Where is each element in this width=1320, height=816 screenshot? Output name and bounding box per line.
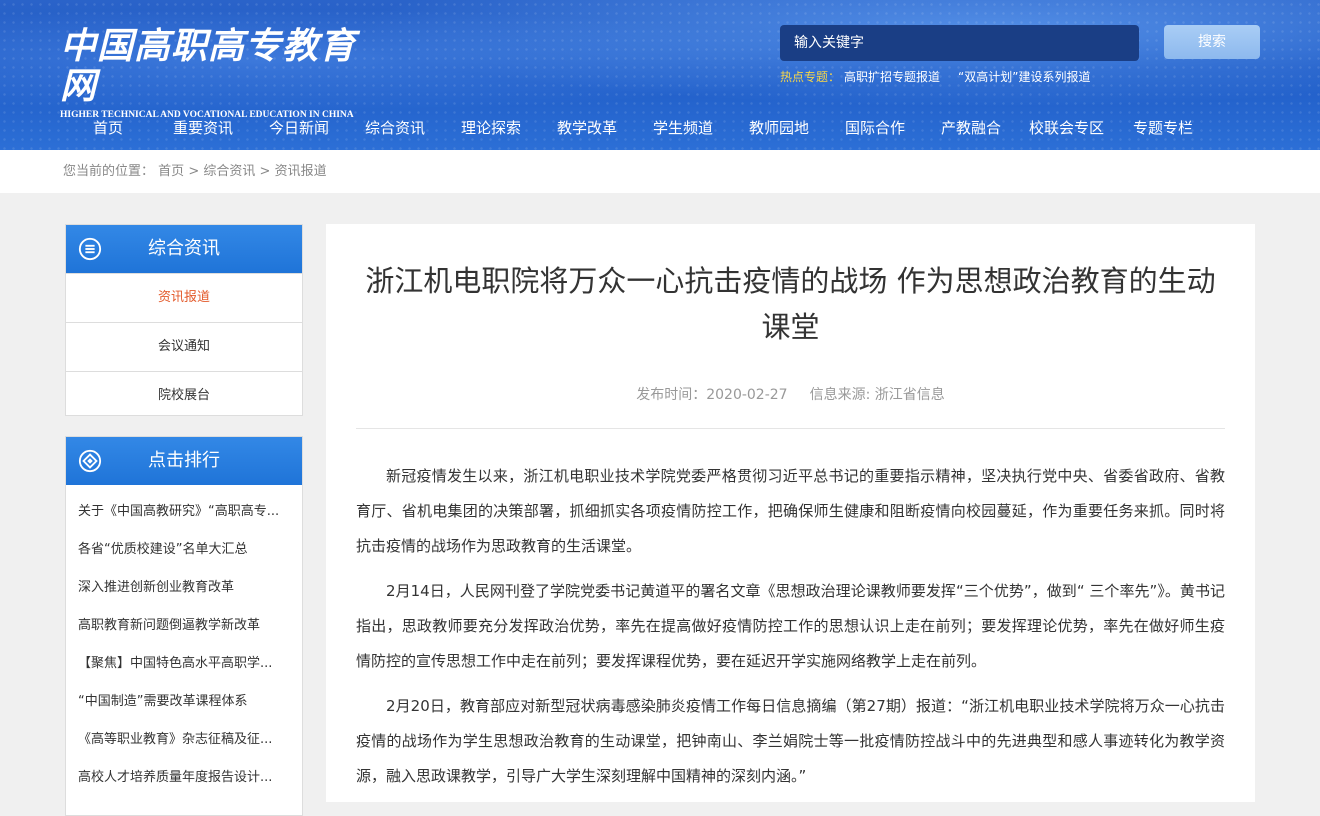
nav-item-today-news[interactable]: 今日新闻 — [269, 108, 329, 148]
nav-item-teachers[interactable]: 教师园地 — [749, 108, 809, 148]
article-body: 新冠疫情发生以来，浙江机电职业技术学院党委严格贯彻习近平总书记的重要指示精神，坚… — [356, 459, 1225, 804]
hot-topics: 热点专题： 高职扩招专题报道 “双高计划”建设系列报道 — [780, 68, 1090, 85]
search-input[interactable]: 输入关键字 — [780, 25, 1139, 61]
ranking-item[interactable]: 【聚焦】中国特色高水平高职学... — [66, 645, 302, 683]
article-meta: 发布时间：2020-02-27 信息来源: 浙江省信息 — [326, 384, 1255, 404]
nav-item-international[interactable]: 国际合作 — [845, 108, 905, 148]
sidebar-ranking-title: 点击排行 — [148, 450, 220, 471]
sidebar-ranking-panel: 点击排行 关于《中国高教研究》“高职高专... 各省“优质校建设”名单大汇总 深… — [65, 436, 303, 816]
ranking-item[interactable]: “中国制造”需要改革课程体系 — [66, 683, 302, 721]
sidebar-ranking-header: 点击排行 — [66, 437, 302, 485]
nav-item-important-news[interactable]: 重要资讯 — [173, 108, 233, 148]
ranking-item[interactable]: 深入推进创新创业教育改革 — [66, 569, 302, 607]
search-button[interactable]: 搜索 — [1164, 25, 1260, 59]
nav-item-teaching-reform[interactable]: 教学改革 — [557, 108, 617, 148]
nav-item-general-news[interactable]: 综合资讯 — [365, 108, 425, 148]
hot-topics-label: 热点专题： — [780, 70, 841, 84]
article-paragraph: 2月14日，人民网刊登了学院党委书记黄道平的署名文章《思想政治理论课教师要发挥“… — [356, 582, 1225, 670]
ranking-item[interactable]: 高职教育新问题倒逼教学新改革 — [66, 607, 302, 645]
article-publish-time: 发布时间：2020-02-27 — [636, 387, 788, 403]
nav-item-theory[interactable]: 理论探索 — [461, 108, 521, 148]
ranking-item[interactable]: 《高等职业教育》杂志征稿及征... — [66, 721, 302, 759]
breadcrumb: 您当前的位置： 首页 > 综合资讯 > 资讯报道 — [63, 150, 327, 193]
article-panel: 浙江机电职院将万众一心抗击疫情的战场 作为思想政治教育的生动课堂 发布时间：20… — [326, 224, 1255, 802]
sidebar-item-news-reports[interactable]: 资讯报道 — [66, 273, 302, 322]
breadcrumb-bar: 您当前的位置： 首页 > 综合资讯 > 资讯报道 — [0, 150, 1320, 193]
article-paragraph: 新冠疫情发生以来，浙江机电职业技术学院党委严格贯彻习近平总书记的重要指示精神，坚… — [356, 467, 1225, 555]
breadcrumb-separator: > — [188, 164, 200, 179]
breadcrumb-home[interactable]: 首页 — [158, 164, 184, 179]
nav-item-students[interactable]: 学生频道 — [653, 108, 713, 148]
sidebar-category-header: 综合资讯 — [66, 225, 302, 273]
hot-topic-link-expansion[interactable]: 高职扩招专题报道 — [844, 70, 940, 84]
ranking-list: 关于《中国高教研究》“高职高专... 各省“优质校建设”名单大汇总 深入推进创新… — [66, 485, 302, 797]
nav-item-alliance[interactable]: 校联会专区 — [1029, 108, 1104, 148]
sidebar-item-school-showcase[interactable]: 院校展台 — [66, 371, 302, 420]
breadcrumb-separator: > — [259, 164, 271, 179]
breadcrumb-news-reports[interactable]: 资讯报道 — [275, 164, 327, 179]
article-divider — [356, 428, 1225, 429]
site-header: 中国高职高专教育网 HIGHER TECHNICAL AND VOCATIONA… — [0, 0, 1320, 150]
nav-item-special[interactable]: 专题专栏 — [1133, 108, 1193, 148]
article-title: 浙江机电职院将万众一心抗击疫情的战场 作为思想政治教育的生动课堂 — [365, 264, 1216, 344]
ranking-item[interactable]: 关于《中国高教研究》“高职高专... — [66, 493, 302, 531]
hot-topic-link-double-high[interactable]: “双高计划”建设系列报道 — [958, 70, 1090, 84]
breadcrumb-general-news[interactable]: 综合资讯 — [203, 164, 255, 179]
article-paragraph: 2月20日，教育部应对新型冠状病毒感染肺炎疫情工作每日信息摘编（第27期）报道：… — [356, 697, 1225, 785]
logo-chinese-text: 中国高职高专教育网 — [60, 25, 357, 107]
sidebar-category-panel: 综合资讯 资讯报道 会议通知 院校展台 — [65, 224, 303, 416]
breadcrumb-prefix: 您当前的位置： — [63, 164, 155, 179]
ranking-item[interactable]: 高校人才培养质量年度报告设计... — [66, 759, 302, 797]
main-nav: 首页 重要资讯 今日新闻 综合资讯 理论探索 教学改革 学生频道 教师园地 国际… — [60, 108, 1260, 148]
article-source: 信息来源: 浙江省信息 — [809, 387, 945, 403]
sidebar-category-title: 综合资讯 — [148, 238, 220, 259]
ranking-item[interactable]: 各省“优质校建设”名单大汇总 — [66, 531, 302, 569]
site-logo[interactable]: 中国高职高专教育网 HIGHER TECHNICAL AND VOCATIONA… — [60, 26, 380, 120]
sidebar-item-meeting-notices[interactable]: 会议通知 — [66, 322, 302, 371]
nav-item-home[interactable]: 首页 — [93, 108, 123, 148]
nav-item-industry[interactable]: 产教融合 — [941, 108, 1001, 148]
